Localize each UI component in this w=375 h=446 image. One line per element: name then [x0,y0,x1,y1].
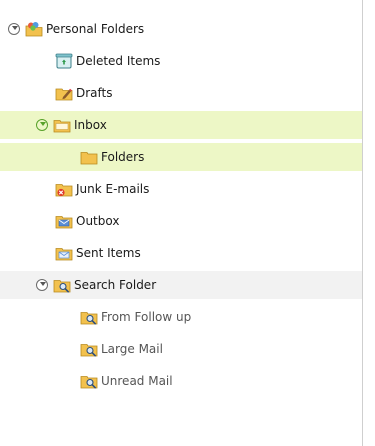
folder-tree: Personal Folders Deleted Items Drafts In… [0,0,363,446]
tree-item-sent-items[interactable]: Sent Items [0,239,362,267]
tree-item-unread-mail[interactable]: Unread Mail [0,367,362,395]
search-folder-icon [53,280,71,293]
collapse-toggle-icon[interactable] [36,119,48,131]
tree-item-label: Sent Items [76,246,141,260]
tree-item-deleted-items[interactable]: Deleted Items [0,47,362,75]
tree-item-label: Search Folder [74,278,157,292]
folder-icon [80,152,98,165]
tree-item-search-folder[interactable]: Search Folder [0,271,362,299]
personal-folders-icon [25,22,43,37]
tree-item-label: Deleted Items [76,54,161,68]
junk-folder-icon [55,184,73,197]
outbox-folder-icon [55,216,73,229]
tree-item-from-follow-up[interactable]: From Follow up [0,303,362,331]
tree-item-label: Inbox [74,118,107,132]
tree-item-inbox[interactable]: Inbox [0,111,362,139]
sent-folder-icon [55,248,73,261]
recycle-bin-icon [55,53,73,69]
tree-item-label: Junk E-mails [76,182,150,196]
search-folder-icon [80,344,98,357]
tree-item-junk-emails[interactable]: Junk E-mails [0,175,362,203]
tree-item-outbox[interactable]: Outbox [0,207,362,235]
tree-item-label: Folders [101,150,145,164]
tree-item-personal-folders[interactable]: Personal Folders [0,15,362,43]
search-folder-icon [80,312,98,325]
tree-item-folders[interactable]: Folders [0,143,362,171]
tree-item-label: Drafts [76,86,113,100]
tree-item-large-mail[interactable]: Large Mail [0,335,362,363]
tree-item-label: Personal Folders [46,22,145,36]
tree-item-label: Large Mail [101,342,163,356]
tree-item-label: Outbox [76,214,120,228]
collapse-toggle-icon[interactable] [36,279,48,291]
tree-item-label: Unread Mail [101,374,173,388]
tree-item-drafts[interactable]: Drafts [0,79,362,107]
search-folder-icon [80,376,98,389]
tree-item-label: From Follow up [101,310,192,324]
drafts-folder-icon [55,88,73,101]
collapse-toggle-icon[interactable] [8,23,20,35]
folder-icon [53,120,71,133]
